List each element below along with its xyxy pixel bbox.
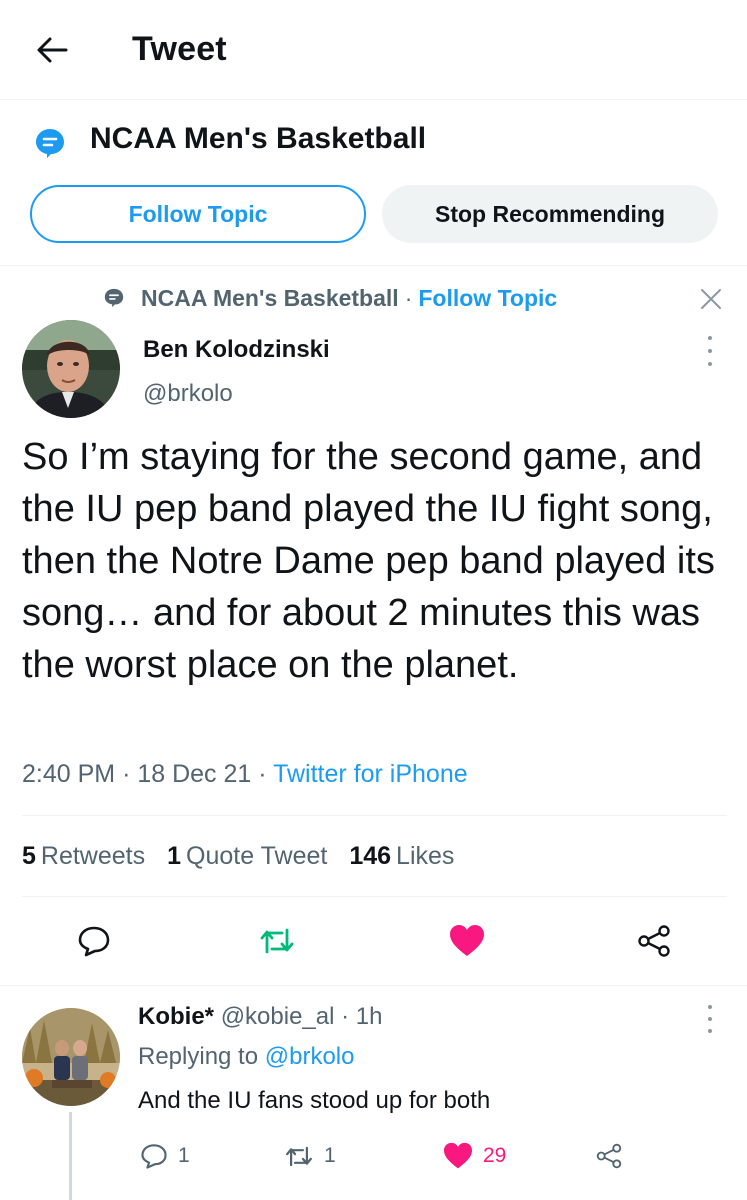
page-title: Tweet [132, 30, 227, 68]
replying-to: Replying to @brkolo [138, 1043, 354, 1071]
author-handle[interactable]: @brkolo [143, 380, 233, 408]
separator-dot: · [122, 760, 131, 788]
reply-author-handle[interactable]: @kobie_al [221, 1003, 335, 1030]
retweet-icon[interactable] [255, 919, 299, 963]
reply-time[interactable]: 1h [356, 1003, 383, 1030]
retweet-count: 1 [324, 1144, 336, 1167]
reply-retweet-button[interactable]: 1 [284, 1136, 336, 1176]
follow-topic-button[interactable]: Follow Topic [30, 185, 366, 243]
like-count: 29 [483, 1144, 507, 1167]
tweet-date[interactable]: 18 Dec 21 [137, 760, 251, 788]
context-follow-topic-link[interactable]: Follow Topic [418, 285, 557, 312]
replying-to-handle[interactable]: @brkolo [265, 1043, 355, 1070]
back-arrow-icon[interactable] [30, 30, 74, 70]
tweet-timestamp: 2:40 PM · 18 Dec 21 · Twitter for iPhone [22, 760, 468, 789]
thread-line [69, 1112, 72, 1200]
reply-share-button[interactable] [595, 1136, 633, 1176]
reply-author-avatar[interactable] [22, 1008, 120, 1106]
separator-dot: · [258, 760, 267, 788]
share-icon [596, 1143, 622, 1169]
context-topic-name[interactable]: NCAA Men's Basketball [141, 285, 399, 312]
separator-dot: · [404, 284, 413, 311]
separator-dot: · [341, 1003, 350, 1030]
tweet-text: So I’m staying for the second game, and … [22, 436, 715, 686]
topic-section: NCAA Men's Basketball Follow Topic Stop … [0, 100, 747, 266]
tweet-topic-context: NCAA Men's Basketball · Follow Topic [103, 283, 557, 313]
reply-author-name[interactable]: Kobie* [138, 1003, 214, 1030]
author-name[interactable]: Ben Kolodzinski [143, 336, 330, 364]
more-icon[interactable] [698, 336, 722, 366]
retweets-stat[interactable]: 5 Retweets [22, 842, 145, 871]
reply-text: And the IU fans stood up for both [138, 1087, 491, 1114]
tweet-source-link[interactable]: Twitter for iPhone [273, 760, 468, 788]
divider [0, 985, 747, 986]
more-icon[interactable] [698, 1005, 722, 1033]
close-icon[interactable] [694, 282, 728, 316]
like-icon[interactable] [445, 919, 489, 963]
replying-to-label: Replying to [138, 1043, 259, 1070]
tweet-stats: 5 Retweets 1 Quote Tweet 146 Likes [22, 815, 727, 897]
author-avatar[interactable] [22, 320, 120, 418]
reply-like-button[interactable]: 29 [443, 1136, 506, 1176]
topic-icon [104, 288, 124, 308]
top-bar: Tweet [0, 0, 747, 100]
share-icon[interactable] [632, 919, 676, 963]
likes-stat[interactable]: 146 Likes [349, 842, 454, 871]
reply-header: Kobie* @kobie_al · 1h [138, 1003, 383, 1031]
stop-recommending-button[interactable]: Stop Recommending [382, 185, 718, 243]
reply-reply-button[interactable]: 1 [140, 1136, 190, 1176]
tweet-time[interactable]: 2:40 PM [22, 760, 115, 788]
tweet-actions [22, 897, 727, 985]
topic-icon [34, 127, 66, 159]
reply-icon [141, 1144, 167, 1169]
reply-icon[interactable] [72, 919, 116, 963]
retweet-icon [286, 1146, 312, 1166]
like-icon [444, 1142, 472, 1169]
topic-title: NCAA Men's Basketball [90, 122, 427, 155]
reply-count: 1 [178, 1144, 190, 1167]
quote-tweets-stat[interactable]: 1 Quote Tweet [167, 842, 327, 871]
reply-actions: 1 1 29 [138, 1136, 728, 1176]
